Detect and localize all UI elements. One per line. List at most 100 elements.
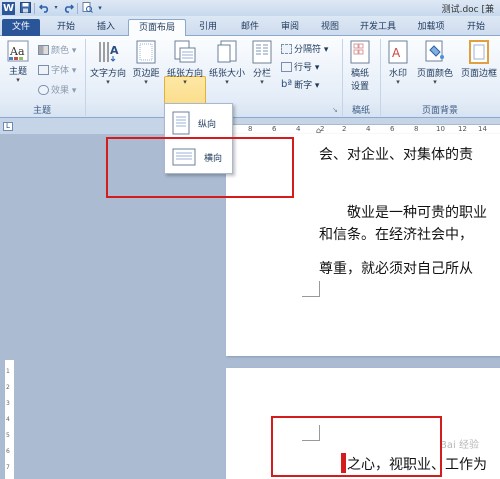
line-numbers-icon (281, 61, 292, 72)
chevron-down-icon: ▾ (106, 78, 110, 86)
watermark-icon: A (388, 40, 408, 64)
ruler-number: 2 (6, 384, 10, 391)
quick-access-toolbar: ▾ ▾ (19, 2, 104, 14)
tab-addins[interactable]: 加载项 (410, 19, 452, 36)
ruler-number: 2 (342, 125, 347, 133)
ruler-number: 4 (366, 125, 371, 133)
margins-icon (136, 40, 156, 64)
annotation-box-page2 (271, 416, 442, 477)
fonts-icon (38, 64, 49, 75)
print-preview-icon[interactable] (81, 2, 93, 14)
baidu-watermark: Bai 经验 (440, 440, 479, 451)
text-direction-button[interactable]: A 文字方向 ▾ (88, 40, 128, 86)
orientation-icon (174, 40, 196, 63)
undo-icon[interactable] (38, 2, 50, 14)
theme-fonts-button[interactable]: 字体 ▾ (38, 63, 76, 76)
paragraph-line: 会、对企业、对集体的责 (319, 147, 473, 163)
portrait-page-icon (172, 111, 190, 135)
customize-qat-icon[interactable]: ▾ (96, 2, 104, 14)
portrait-label: 纵向 (198, 119, 217, 130)
line-numbers-button[interactable]: 行号 ▾ (281, 60, 319, 73)
margins-button[interactable]: 页边距 ▾ (130, 40, 162, 86)
theme-group-label: 主题 (32, 106, 51, 116)
save-icon[interactable] (19, 2, 31, 14)
size-button[interactable]: 纸张大小 ▾ (208, 40, 246, 86)
svg-text:A: A (392, 46, 401, 60)
text-direction-icon: A (99, 42, 119, 62)
chevron-down-icon: ▾ (183, 78, 187, 86)
redo-icon[interactable] (62, 2, 74, 14)
ruler-number: 4 (296, 125, 301, 133)
tab-file[interactable]: 文件 (2, 19, 40, 36)
dialog-launcher-icon[interactable]: ↘ (332, 106, 338, 114)
manuscript-settings-button[interactable]: 稿纸 设置 (345, 40, 375, 92)
ruler-number: 3 (6, 400, 10, 407)
orientation-button[interactable]: 纸张方向 ▾ (164, 40, 206, 86)
tab-review[interactable]: 审阅 (272, 19, 308, 36)
document-title: 测试.doc [兼 (441, 5, 494, 15)
tab-view[interactable]: 视图 (312, 19, 348, 36)
horizontal-ruler[interactable]: 8 6 4 2 ⌂ 2 4 6 8 10 12 14 (226, 124, 500, 135)
ruler-number: 10 (436, 125, 445, 133)
paragraph-line: 尊重，就必须对自己所从 (319, 261, 473, 277)
hyphenation-button[interactable]: bª 断字 ▾ (281, 78, 319, 91)
page-background-group-label: 页面背景 (421, 106, 458, 116)
tab-references[interactable]: 引用 (190, 19, 226, 36)
breaks-icon (281, 43, 292, 54)
page-color-button[interactable]: 页面颜色 ▾ (414, 40, 456, 86)
annotation-box-landscape (106, 137, 294, 198)
ruler-number: 5 (6, 432, 10, 439)
theme-effects-button[interactable]: 效果 ▾ (38, 83, 76, 96)
breaks-button[interactable]: 分隔符 ▾ (281, 42, 328, 55)
chevron-down-icon: ▾ (225, 78, 229, 86)
columns-button[interactable]: 分栏 ▾ (248, 40, 276, 86)
paper-size-icon (217, 40, 237, 63)
ruler-number: 6 (6, 448, 10, 455)
ruler-number: 12 (458, 125, 467, 133)
tab-selector-button[interactable]: L (3, 122, 13, 131)
tab-start2[interactable]: 开始 (458, 19, 494, 36)
page-color-icon (425, 40, 444, 62)
ruler-number: 14 (478, 125, 487, 133)
title-bar: W ▾ ▾ 测试.doc [兼 (0, 0, 500, 16)
margin-corner-mark (302, 281, 320, 297)
tab-home[interactable]: 开始 (48, 19, 84, 36)
ruler-number: 4 (6, 416, 10, 423)
paragraph-line: 和信条。在经济社会中， (319, 227, 473, 243)
page-borders-button[interactable]: 页面边框 (458, 40, 500, 79)
chevron-down-icon: ▾ (16, 76, 20, 84)
themes-button[interactable]: Aa 主题 ▾ (4, 40, 32, 84)
ribbon: Aa 主题 ▾ 颜色 ▾ 字体 ▾ 效果 ▾ 主题 A 文字方向 ▾ 页边距 ▾… (0, 36, 500, 138)
chevron-down-icon: ▾ (433, 78, 437, 86)
tab-insert[interactable]: 插入 (88, 19, 124, 36)
separator (77, 2, 78, 14)
ruler-number: 8 (248, 125, 253, 133)
theme-fonts-label: 字体 ▾ (51, 66, 77, 76)
svg-text:A: A (110, 44, 119, 57)
group-separator (85, 39, 86, 116)
ruler-number: 8 (414, 125, 419, 133)
line-numbers-label: 行号 ▾ (294, 63, 320, 73)
paragraph-line: 敬业是一种可贵的职业 (347, 205, 487, 221)
menu-item-portrait[interactable]: 纵向 (168, 107, 230, 139)
ruler-number: 1 (6, 368, 10, 375)
theme-colors-label: 颜色 ▾ (51, 46, 77, 56)
tab-developer[interactable]: 开发工具 (352, 19, 404, 36)
word-app-icon[interactable]: W (2, 1, 15, 15)
chevron-down-icon: ▾ (144, 78, 148, 86)
chevron-down-icon[interactable]: ▾ (53, 2, 59, 14)
theme-effects-label: 效果 ▾ (51, 86, 77, 96)
ruler-number: 6 (390, 125, 395, 133)
colors-icon (38, 44, 49, 55)
watermark-button[interactable]: A 水印 ▾ (384, 40, 412, 86)
tab-page-layout[interactable]: 页面布局 (128, 19, 186, 36)
theme-colors-button[interactable]: 颜色 ▾ (38, 43, 76, 56)
chevron-down-icon: ▾ (260, 78, 264, 86)
ruler-number: 7 (6, 464, 10, 471)
svg-text:Aa: Aa (9, 45, 25, 58)
manuscript-label-1: 稿纸 (350, 69, 369, 79)
hyphenation-icon: bª (281, 79, 293, 90)
vertical-ruler[interactable]: 1 2 3 4 5 6 7 (4, 360, 14, 479)
tab-mailings[interactable]: 邮件 (232, 19, 268, 36)
ribbon-tab-bar: 文件 开始 插入 页面布局 引用 邮件 审阅 视图 开发工具 加载项 开始 (0, 16, 500, 36)
